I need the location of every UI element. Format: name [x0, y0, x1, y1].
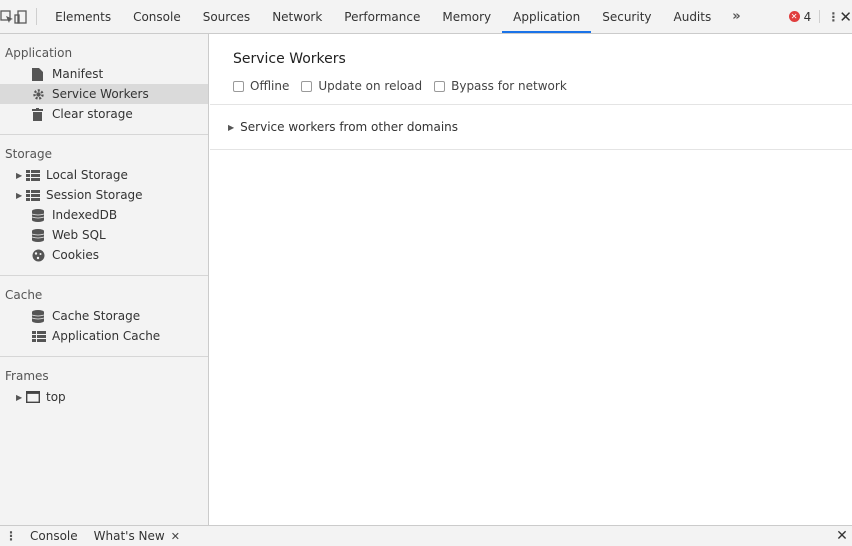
- error-count: 4: [803, 9, 812, 24]
- sidebar-item-service-workers[interactable]: Service Workers: [0, 84, 208, 104]
- checkbox-box[interactable]: [434, 80, 446, 92]
- tab-console[interactable]: Console: [122, 0, 192, 33]
- sidebar-item-label: Clear storage: [52, 107, 133, 121]
- sidebar-item-label: IndexedDB: [52, 208, 118, 222]
- expand-arrow-icon[interactable]: ▶: [16, 191, 26, 200]
- section-title-application: Application: [5, 46, 73, 60]
- tab-label: Audits: [673, 9, 712, 24]
- options-row: Offline Update on reload Bypass for netw…: [210, 74, 852, 98]
- checkbox-box[interactable]: [233, 80, 244, 92]
- tab-security[interactable]: Security: [591, 0, 662, 33]
- tab-label: Application: [513, 9, 581, 24]
- tab-application[interactable]: Application: [502, 0, 592, 33]
- kebab-menu-icon[interactable]: ⋮: [827, 0, 839, 33]
- sidebar-item-indexeddb[interactable]: IndexedDB: [0, 205, 208, 225]
- devtools-toolbar: Elements Console Sources Network Perform…: [0, 0, 852, 34]
- frame-icon: [26, 391, 42, 403]
- sidebar-item-web-sql[interactable]: Web SQL: [0, 225, 208, 245]
- sidebar-item-label: Cookies: [52, 248, 99, 262]
- drawer-tab-whats-new[interactable]: What's New ✕: [86, 529, 188, 543]
- grid-icon: [26, 169, 42, 181]
- tab-label: Elements: [55, 9, 112, 24]
- file-icon: [32, 67, 48, 81]
- section-title-storage: Storage: [5, 147, 52, 161]
- tab-label: Security: [602, 9, 652, 24]
- sidebar-item-label: top: [46, 390, 66, 404]
- sidebar-item-label: Local Storage: [46, 168, 128, 182]
- update-on-reload-checkbox[interactable]: Update on reload: [301, 79, 422, 93]
- sidebar-item-label: Web SQL: [52, 228, 106, 242]
- tab-network[interactable]: Network: [261, 0, 333, 33]
- tab-audits[interactable]: Audits: [663, 0, 723, 33]
- close-icon[interactable]: ✕: [839, 0, 852, 33]
- tab-label: Memory: [442, 9, 492, 24]
- database-icon: [32, 309, 48, 323]
- gear-icon: [32, 88, 48, 101]
- error-counter[interactable]: ✕ 4: [788, 0, 812, 33]
- drawer-tab-console[interactable]: Console: [22, 529, 86, 543]
- sidebar-item-clear-storage[interactable]: Clear storage: [0, 104, 208, 124]
- database-icon: [32, 228, 48, 242]
- close-drawer-icon[interactable]: ✕: [832, 528, 852, 544]
- section-title-frames: Frames: [5, 369, 49, 383]
- sidebar-item-label: Service Workers: [52, 87, 149, 101]
- tab-sources[interactable]: Sources: [192, 0, 261, 33]
- other-domains-toggle[interactable]: ▶ Service workers from other domains: [210, 105, 852, 149]
- expand-arrow-icon[interactable]: ▶: [16, 171, 26, 180]
- tab-elements[interactable]: Elements: [44, 0, 122, 33]
- checkbox-label: Update on reload: [318, 79, 423, 93]
- device-toolbar-icon[interactable]: [14, 0, 28, 33]
- grid-icon: [32, 330, 48, 342]
- checkbox-box[interactable]: [301, 80, 313, 92]
- sidebar-item-cache-storage[interactable]: Cache Storage: [0, 306, 208, 326]
- bottom-drawer: ⋮ Console What's New ✕ ✕: [0, 525, 852, 546]
- expand-arrow-icon: ▶: [228, 122, 235, 132]
- database-icon: [32, 208, 48, 222]
- service-workers-panel: Service Workers Offline Update on reload…: [210, 34, 852, 525]
- cookie-icon: [32, 249, 48, 262]
- tab-performance[interactable]: Performance: [333, 0, 431, 33]
- checkbox-label: Bypass for network: [451, 79, 567, 93]
- section-divider: [210, 149, 852, 150]
- drawer-menu-icon[interactable]: ⋮: [0, 529, 22, 543]
- application-sidebar: Application Manifest Service Workers Cle…: [0, 34, 209, 525]
- more-tabs-button[interactable]: »: [722, 0, 750, 33]
- error-icon: ✕: [788, 11, 800, 22]
- trash-icon: [32, 107, 48, 121]
- tab-memory[interactable]: Memory: [431, 0, 502, 33]
- drawer-tab-label: What's New: [93, 529, 165, 543]
- offline-checkbox[interactable]: Offline: [233, 79, 289, 93]
- section-title-cache: Cache: [5, 288, 43, 302]
- sidebar-item-top-frame[interactable]: ▶ top: [0, 387, 208, 407]
- tab-label: Network: [272, 9, 323, 24]
- checkbox-label: Offline: [250, 79, 290, 93]
- tab-label: Sources: [202, 9, 251, 24]
- sidebar-item-label: Session Storage: [46, 188, 143, 202]
- drawer-tab-label: Console: [30, 529, 78, 543]
- sidebar-item-label: Cache Storage: [52, 309, 141, 323]
- sidebar-item-local-storage[interactable]: ▶ Local Storage: [0, 165, 208, 185]
- tab-label: Console: [133, 9, 181, 24]
- sidebar-item-manifest[interactable]: Manifest: [0, 64, 208, 84]
- sidebar-item-cookies[interactable]: Cookies: [0, 245, 208, 265]
- other-domains-label: Service workers from other domains: [240, 120, 459, 134]
- bypass-for-network-checkbox[interactable]: Bypass for network: [434, 79, 567, 93]
- inspect-element-icon[interactable]: [0, 0, 14, 33]
- panel-title: Service Workers: [233, 51, 346, 67]
- close-tab-icon[interactable]: ✕: [171, 530, 180, 543]
- expand-arrow-icon[interactable]: ▶: [16, 393, 26, 402]
- sidebar-item-application-cache[interactable]: Application Cache: [0, 326, 208, 346]
- sidebar-item-session-storage[interactable]: ▶ Session Storage: [0, 185, 208, 205]
- sidebar-item-label: Manifest: [52, 67, 104, 81]
- sidebar-item-label: Application Cache: [52, 329, 161, 343]
- grid-icon: [26, 189, 42, 201]
- tab-label: Performance: [344, 9, 421, 24]
